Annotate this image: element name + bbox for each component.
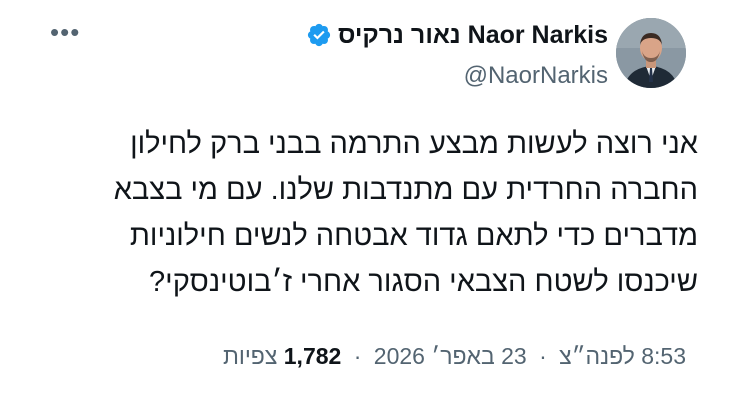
tweet-text-line: החברה החרדית עם מתנדבות שלנו. עם מי בצבא <box>113 174 698 206</box>
views-label: צפיות <box>222 343 278 369</box>
tweet-text-line: שיכנסו לשטח הצבאי הסגור אחרי ז׳בוטינסקי? <box>149 266 698 298</box>
views-count[interactable]: 1,782 <box>284 343 342 369</box>
avatar-image <box>616 18 686 88</box>
tweet-text-line: אני רוצה לעשות מבצע התרמה בבני ברק לחילו… <box>130 128 698 160</box>
author-name-row[interactable]: Naor Narkis נאור נרקיס <box>306 17 608 53</box>
avatar[interactable] <box>616 18 686 88</box>
verified-badge-icon <box>306 22 332 48</box>
author-handle[interactable]: @NaorNarkis <box>464 60 608 92</box>
tweet-text-line: מדברים כדי לתאם גדוד אבטחה לנשים חילוניו… <box>129 220 698 252</box>
tweet: Naor Narkis נאור נרקיס @NaorNarkis ••• א… <box>0 0 738 403</box>
more-options-icon[interactable]: ••• <box>50 19 80 45</box>
tweet-date[interactable]: 23 באפר׳ 2026 <box>374 343 527 369</box>
tweet-meta: 8:53 לפנה״צ · 23 באפר׳ 2026 · 1,782 צפיו… <box>223 339 686 373</box>
meta-separator: · <box>539 343 547 369</box>
author-display-name[interactable]: Naor Narkis נאור נרקיס <box>338 17 608 53</box>
meta-separator: · <box>353 343 362 369</box>
tweet-time[interactable]: 8:53 לפנה״צ <box>559 343 686 369</box>
tweet-text: אני רוצה לעשות מבצע התרמה בבני ברק לחילו… <box>28 121 698 305</box>
